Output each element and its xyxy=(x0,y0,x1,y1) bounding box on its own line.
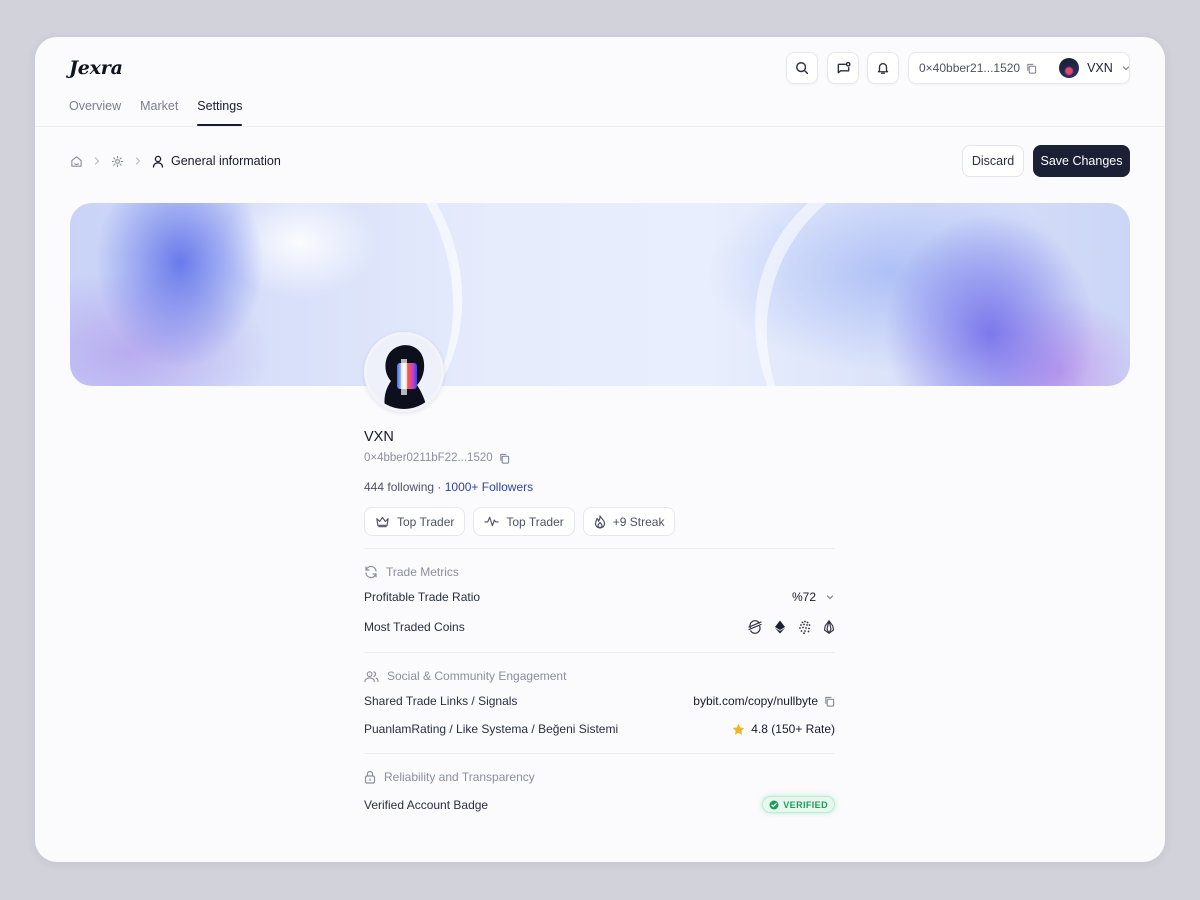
profile-banner xyxy=(70,203,1130,386)
section-title-text: Trade Metrics xyxy=(386,565,459,579)
bell-icon xyxy=(877,62,889,74)
row-label: Most Traded Coins xyxy=(364,620,465,634)
wallet-address[interactable]: 0×40bber21...1520 xyxy=(909,61,1037,75)
profitable-ratio-select[interactable]: %72 xyxy=(792,590,835,604)
trade-link[interactable]: bybit.com/copy/nullbyte xyxy=(693,694,835,708)
ethereum-icon[interactable] xyxy=(773,620,787,634)
profile-name: VXN xyxy=(364,429,394,445)
section-title: Reliability and Transparency xyxy=(364,770,835,784)
section-title-text: Reliability and Transparency xyxy=(384,770,535,784)
discard-button[interactable]: Discard xyxy=(962,145,1024,177)
wallet-menu: 0×40bber21...1520 VXN xyxy=(908,52,1130,84)
badge-label: Top Trader xyxy=(506,514,564,529)
badge-top-trader[interactable]: Top Trader xyxy=(364,507,466,536)
main-nav: Overview Market Settings xyxy=(69,96,243,126)
badge-streak[interactable]: +9 Streak xyxy=(582,507,676,536)
user-name: VXN xyxy=(1087,61,1113,75)
stellar-icon[interactable] xyxy=(748,620,762,634)
breadcrumb-current: General information xyxy=(152,154,281,168)
message-icon xyxy=(837,61,851,73)
app-logo[interactable]: Jexra xyxy=(69,57,123,79)
user-icon xyxy=(152,155,164,168)
tab-market[interactable]: Market xyxy=(140,96,178,126)
tab-overview[interactable]: Overview xyxy=(69,96,121,126)
reliability-section: Reliability and Transparency Verified Ac… xyxy=(364,770,835,813)
rating-value: 4.8 (150+ Rate) xyxy=(732,722,835,736)
profile-badges: Top Trader Top Trader +9 Streak xyxy=(364,507,676,536)
messages-button[interactable] xyxy=(827,52,859,84)
main-card: Jexra Overview Market Settings 0×40bber2… xyxy=(35,37,1165,862)
copy-icon[interactable] xyxy=(499,453,510,464)
rating-row: PuanlamRating / Like Systema / Beğeni Si… xyxy=(364,722,835,736)
badge-label: Top Trader xyxy=(397,514,455,529)
row-label: PuanlamRating / Like Systema / Beğeni Si… xyxy=(364,722,619,736)
verified-badge-row: Verified Account Badge VERIFIED xyxy=(364,796,835,813)
header-divider xyxy=(35,126,1165,127)
user-menu[interactable]: VXN xyxy=(1049,58,1131,78)
iota-icon[interactable] xyxy=(798,620,812,634)
gear-icon[interactable] xyxy=(111,155,124,168)
activity-icon xyxy=(484,516,499,527)
banner-decoration xyxy=(693,203,1130,386)
star-icon xyxy=(732,723,745,735)
chevron-down-icon xyxy=(826,595,834,600)
users-icon xyxy=(364,670,379,682)
avatar xyxy=(1059,58,1080,78)
save-button[interactable]: Save Changes xyxy=(1033,145,1130,177)
most-traded-row: Most Traded Coins xyxy=(364,620,835,634)
search-button[interactable] xyxy=(786,52,818,84)
followers-link[interactable]: 1000+ Followers xyxy=(445,480,533,494)
divider xyxy=(364,548,835,549)
chevron-down-icon xyxy=(1122,66,1129,71)
follow-separator: · xyxy=(434,480,445,494)
tab-settings[interactable]: Settings xyxy=(197,96,243,126)
trade-link-text: bybit.com/copy/nullbyte xyxy=(693,694,818,708)
search-icon xyxy=(796,62,809,75)
eos-icon[interactable] xyxy=(823,620,835,634)
avatar-portrait xyxy=(367,335,441,409)
profitable-ratio-value: %72 xyxy=(791,590,816,604)
copy-icon[interactable] xyxy=(824,696,835,707)
row-label: Profitable Trade Ratio xyxy=(364,590,481,604)
copy-icon[interactable] xyxy=(1026,63,1037,74)
chevron-right-icon xyxy=(135,157,141,165)
profile-address: 0×4bber0211bF22...1520 xyxy=(364,452,510,464)
crown-icon xyxy=(376,516,389,528)
banner-decoration xyxy=(163,203,497,386)
verified-text: VERIFIED xyxy=(783,799,828,810)
breadcrumb: General information xyxy=(70,154,281,168)
social-section: Social & Community Engagement Shared Tra… xyxy=(364,669,835,736)
lock-icon xyxy=(364,770,376,784)
verified-badge: VERIFIED xyxy=(762,796,835,813)
badge-label: +9 Streak xyxy=(612,514,665,529)
following-count[interactable]: 444 following xyxy=(364,480,434,494)
profile-avatar[interactable] xyxy=(364,332,444,412)
profitable-ratio-row: Profitable Trade Ratio %72 xyxy=(364,590,835,604)
flame-icon xyxy=(594,514,605,529)
section-title: Trade Metrics xyxy=(364,565,835,579)
divider xyxy=(364,753,835,754)
coin-list xyxy=(748,620,835,634)
trade-metrics-section: Trade Metrics Profitable Trade Ratio %72… xyxy=(364,565,835,634)
profile-address-text: 0×4bber0211bF22...1520 xyxy=(364,452,493,464)
divider xyxy=(364,652,835,653)
follow-stats: 444 following · 1000+ Followers xyxy=(364,480,533,494)
breadcrumb-current-label: General information xyxy=(171,154,281,168)
badge-top-trader-activity[interactable]: Top Trader xyxy=(473,507,575,536)
home-icon[interactable] xyxy=(70,155,83,168)
row-label: Verified Account Badge xyxy=(364,797,489,812)
section-title-text: Social & Community Engagement xyxy=(387,669,567,683)
wallet-address-text: 0×40bber21...1520 xyxy=(919,61,1021,75)
trade-links-row: Shared Trade Links / Signals bybit.com/c… xyxy=(364,694,835,708)
refresh-icon xyxy=(365,565,377,579)
check-circle-icon xyxy=(769,800,779,809)
notifications-button[interactable] xyxy=(867,52,899,84)
chevron-right-icon xyxy=(94,157,100,165)
section-title: Social & Community Engagement xyxy=(364,669,835,683)
row-label: Shared Trade Links / Signals xyxy=(364,694,518,708)
rating-text: 4.8 (150+ Rate) xyxy=(751,722,835,736)
